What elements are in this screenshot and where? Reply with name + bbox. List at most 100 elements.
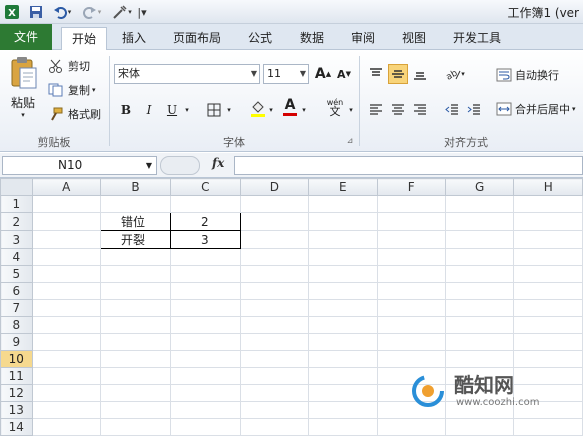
- grow-font-button[interactable]: A ▲: [313, 64, 333, 84]
- cell-a7[interactable]: [31, 299, 102, 317]
- tab-home[interactable]: 开始: [61, 27, 107, 51]
- fill-color-button[interactable]: [248, 98, 268, 118]
- cell-a8[interactable]: [31, 316, 102, 334]
- name-box[interactable]: N10 ▼: [2, 156, 157, 175]
- cell-d1[interactable]: [239, 195, 310, 213]
- cell-b14[interactable]: [100, 418, 171, 436]
- tab-insert[interactable]: 插入: [113, 27, 155, 49]
- tab-file[interactable]: 文件: [0, 24, 52, 50]
- font-size-select[interactable]: 11 ▼: [263, 64, 309, 84]
- cell-a14[interactable]: [31, 418, 102, 436]
- cell-d4[interactable]: [239, 248, 310, 266]
- cell-d10[interactable]: [239, 350, 310, 368]
- column-header-d[interactable]: D: [239, 178, 310, 196]
- row-header-3[interactable]: 3: [0, 230, 33, 249]
- cell-h3[interactable]: [513, 230, 583, 249]
- align-bottom-button[interactable]: [410, 64, 430, 84]
- format-painter-button[interactable]: 格式刷: [48, 106, 101, 122]
- cell-b12[interactable]: [100, 384, 171, 402]
- cell-a6[interactable]: [31, 282, 102, 300]
- column-header-f[interactable]: F: [376, 178, 446, 196]
- align-top-button[interactable]: [366, 64, 386, 84]
- cell-b9[interactable]: [100, 333, 171, 351]
- fill-color-dropdown[interactable]: ▾: [266, 100, 276, 120]
- cell-d6[interactable]: [239, 282, 310, 300]
- cell-a4[interactable]: [31, 248, 102, 266]
- shrink-font-button[interactable]: A ▼: [334, 64, 354, 84]
- cell-d13[interactable]: [239, 401, 310, 419]
- cell-b8[interactable]: [100, 316, 171, 334]
- cell-e12[interactable]: [308, 384, 378, 402]
- cell-f14[interactable]: [376, 418, 446, 436]
- tab-data[interactable]: 数据: [292, 27, 332, 49]
- cell-h14[interactable]: [513, 418, 583, 436]
- cell-d2[interactable]: [239, 212, 310, 231]
- paste-button[interactable]: 粘贴 ▾: [6, 56, 40, 126]
- cell-d11[interactable]: [239, 367, 310, 385]
- cell-f3[interactable]: [376, 230, 446, 249]
- cell-f7[interactable]: [376, 299, 446, 317]
- cell-g2[interactable]: [444, 212, 515, 231]
- cell-d5[interactable]: [239, 265, 310, 283]
- cell-e6[interactable]: [308, 282, 378, 300]
- bold-button[interactable]: B: [116, 100, 136, 120]
- cell-a10[interactable]: [31, 350, 102, 368]
- cell-g14[interactable]: [444, 418, 515, 436]
- font-color-button[interactable]: A: [280, 97, 300, 117]
- undo-icon[interactable]: ▾: [50, 3, 74, 21]
- cell-c5[interactable]: [169, 265, 241, 283]
- row-header-6[interactable]: 6: [0, 282, 33, 300]
- tab-developer[interactable]: 开发工具: [446, 27, 508, 49]
- cell-a2[interactable]: [31, 212, 102, 231]
- cell-g10[interactable]: [444, 350, 515, 368]
- row-header-13[interactable]: 13: [0, 401, 33, 419]
- formula-bar-resize-handle[interactable]: [160, 156, 200, 175]
- cell-c4[interactable]: [169, 248, 241, 266]
- cell-e13[interactable]: [308, 401, 378, 419]
- cell-e5[interactable]: [308, 265, 378, 283]
- cell-g3[interactable]: [444, 230, 515, 249]
- cell-c10[interactable]: [169, 350, 241, 368]
- row-header-11[interactable]: 11: [0, 367, 33, 385]
- cell-c11[interactable]: [169, 367, 241, 385]
- cell-f5[interactable]: [376, 265, 446, 283]
- align-middle-button[interactable]: [388, 64, 408, 84]
- insert-function-icon[interactable]: fx: [212, 156, 224, 170]
- cell-e2[interactable]: [308, 212, 378, 231]
- wrap-text-button[interactable]: 自动换行: [496, 67, 559, 83]
- cell-e10[interactable]: [308, 350, 378, 368]
- cell-g5[interactable]: [444, 265, 515, 283]
- tab-formulas[interactable]: 公式: [240, 27, 280, 49]
- font-name-select[interactable]: 宋体 ▼: [114, 64, 260, 84]
- column-header-b[interactable]: B: [100, 178, 171, 196]
- row-header-14[interactable]: 14: [0, 418, 33, 436]
- cell-e7[interactable]: [308, 299, 378, 317]
- font-dialog-launcher-icon[interactable]: ⊿: [344, 134, 356, 146]
- cell-c2[interactable]: 2: [169, 212, 241, 231]
- cell-b3[interactable]: 开裂: [100, 230, 171, 249]
- cell-d14[interactable]: [239, 418, 310, 436]
- cell-c9[interactable]: [169, 333, 241, 351]
- cell-f8[interactable]: [376, 316, 446, 334]
- row-header-2[interactable]: 2: [0, 212, 33, 231]
- cell-h5[interactable]: [513, 265, 583, 283]
- cell-c13[interactable]: [169, 401, 241, 419]
- redo-icon[interactable]: ▾: [80, 3, 104, 21]
- cell-e9[interactable]: [308, 333, 378, 351]
- cell-f2[interactable]: [376, 212, 446, 231]
- cell-e1[interactable]: [308, 195, 378, 213]
- cell-c7[interactable]: [169, 299, 241, 317]
- cell-b6[interactable]: [100, 282, 171, 300]
- cell-d9[interactable]: [239, 333, 310, 351]
- cell-f6[interactable]: [376, 282, 446, 300]
- cell-e8[interactable]: [308, 316, 378, 334]
- column-header-h[interactable]: H: [513, 178, 583, 196]
- borders-button[interactable]: [204, 100, 224, 120]
- align-center-button[interactable]: [388, 100, 408, 120]
- tab-page-layout[interactable]: 页面布局: [166, 27, 228, 49]
- row-header-7[interactable]: 7: [0, 299, 33, 317]
- cell-h10[interactable]: [513, 350, 583, 368]
- cell-h9[interactable]: [513, 333, 583, 351]
- save-icon[interactable]: [27, 3, 45, 21]
- cell-a5[interactable]: [31, 265, 102, 283]
